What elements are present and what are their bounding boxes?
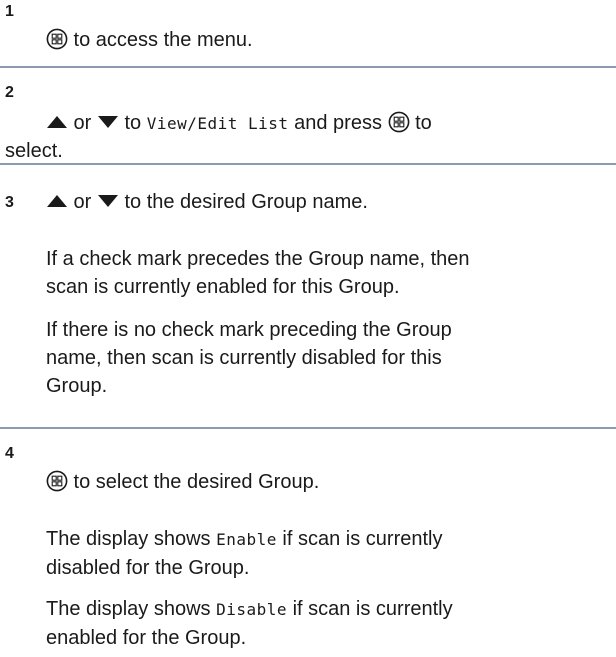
instruction-text: to select the desired Group. [68, 471, 320, 493]
note-line: If there is no check mark preceding the … [46, 319, 452, 341]
note-paragraph: If there is no check mark preceding the … [46, 316, 614, 400]
step-2: 2 or to View/Edit List and press to sele… [0, 68, 616, 163]
step-1: 1 to access the menu. [0, 0, 616, 64]
note-paragraph: The display shows Disable if scan is cur… [46, 595, 614, 652]
instruction-text: to [409, 112, 432, 134]
instruction-text: or [68, 191, 97, 213]
note-line: The display shows Disable if scan is cur… [46, 595, 614, 624]
down-arrow-icon [97, 194, 119, 208]
instruction-text: to [118, 112, 147, 134]
note-line: disabled for the Group. [46, 557, 250, 579]
note-text: The display shows [46, 528, 217, 550]
step-instruction: to select the desired Group. [46, 468, 614, 496]
note-text: if scan is currently [276, 528, 443, 550]
step-number: 1 [5, 3, 14, 20]
menu-ok-button-icon [46, 470, 68, 492]
note-line: The display shows Enable if scan is curr… [46, 525, 614, 554]
up-arrow-icon [46, 115, 68, 129]
step-3: 3 or to the desired Group name. If a che… [0, 165, 616, 417]
note-text: if scan is currently [287, 598, 453, 620]
step-instruction: to access the menu. [46, 26, 614, 54]
note-line: If a check mark precedes the Group name,… [46, 248, 470, 270]
down-arrow-icon [97, 115, 119, 129]
note-paragraph: The display shows Enable if scan is curr… [46, 525, 614, 582]
instruction-text: or [68, 112, 97, 134]
note-line: scan is currently enabled for this Group… [46, 276, 400, 298]
step-number: 4 [5, 445, 14, 462]
instruction-text: to access the menu. [68, 29, 253, 51]
note-line: enabled for the Group. [46, 627, 247, 649]
note-paragraph: If a check mark precedes the Group name,… [46, 245, 614, 301]
menu-ok-button-icon [388, 111, 410, 133]
note-line: Group. [46, 375, 108, 397]
instruction-text: to the desired Group name. [118, 191, 368, 213]
display-text-disable: Disable [216, 600, 288, 619]
step-number: 3 [5, 194, 14, 211]
instruction-text: and press [288, 112, 388, 134]
note-line: name, then scan is currently disabled fo… [46, 347, 442, 369]
step-4: 4 to select the desired Group. The displ… [0, 429, 616, 657]
up-arrow-icon [46, 194, 68, 208]
menu-ok-button-icon [46, 28, 68, 50]
step-instruction-line2: select. [5, 140, 63, 162]
note-text: The display shows [46, 598, 217, 620]
menu-item-label: View/Edit List [146, 114, 289, 133]
step-instruction: or to View/Edit List and press to [46, 109, 614, 138]
display-text-enable: Enable [216, 530, 277, 549]
step-instruction: or to the desired Group name. [46, 188, 614, 216]
step-number: 2 [5, 84, 14, 101]
